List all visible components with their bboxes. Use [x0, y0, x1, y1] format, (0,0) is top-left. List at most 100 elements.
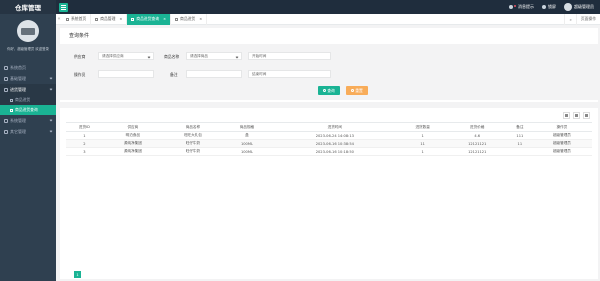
- tab-label: 商品进货: [180, 16, 196, 21]
- notifications-label: 消息提示: [518, 4, 534, 9]
- tab-goods[interactable]: 商品管理 ×: [91, 13, 128, 25]
- notifications-button[interactable]: 消息提示: [509, 4, 534, 10]
- panel-title: 查询条件: [69, 33, 90, 39]
- sidebar-subitem-purchase-query[interactable]: 商品进货查询: [0, 105, 56, 115]
- search-form: 供应商 请选择供应商 商品名称 请选择商品 开始时间 操作员 备注 结束时间 查…: [60, 44, 598, 100]
- table-toolbar: [563, 112, 590, 119]
- sidebar-item-basic[interactable]: 基础管理: [0, 73, 56, 84]
- close-icon[interactable]: ×: [199, 17, 202, 21]
- tab-purchase[interactable]: 商品进货 ×: [171, 13, 208, 25]
- tab-label: 商品进货查询: [136, 16, 160, 21]
- col-header[interactable]: 进货价格: [446, 122, 508, 132]
- profile: 你好，超级管理员 欢迎登录: [0, 14, 56, 62]
- close-icon[interactable]: ×: [163, 17, 166, 21]
- table-cell: 3: [66, 147, 103, 156]
- tabs-scroll-right-icon[interactable]: »: [564, 13, 575, 25]
- tab-purchase-query[interactable]: 商品进货查询 ×: [127, 13, 172, 25]
- close-icon[interactable]: ×: [119, 17, 122, 21]
- remark-label: 备注: [170, 72, 178, 77]
- sidebar-item-purchase[interactable]: 进货管理: [0, 84, 56, 95]
- table-cell: 1: [398, 131, 447, 140]
- table-cell: 源纯净集团: [102, 139, 163, 148]
- print-button[interactable]: [583, 112, 590, 119]
- remark-input[interactable]: [186, 70, 242, 78]
- col-header[interactable]: 备注: [507, 122, 532, 132]
- home-icon: [66, 17, 69, 21]
- col-header[interactable]: 进货数量: [398, 122, 447, 132]
- table-cell: 旺旺大礼包: [162, 131, 223, 140]
- provider-select[interactable]: 请选择供应商: [98, 52, 154, 60]
- table-row[interactable]: 3 源纯净集团 旺仔牛奶 100ML 2023-06-16 10:18:50 1…: [66, 147, 592, 156]
- search-icon: [323, 89, 327, 92]
- table-cell: 盒: [222, 131, 271, 140]
- table-cell: [507, 147, 532, 156]
- lock-icon: [542, 5, 546, 9]
- provider-select-value: 请选择供应商: [102, 53, 124, 58]
- page-actions-button[interactable]: 页面操作: [575, 13, 600, 25]
- search-button-label: 查询: [327, 87, 335, 93]
- lock-screen-button[interactable]: 锁屏: [542, 4, 556, 10]
- tab-home[interactable]: 系统首页: [62, 13, 92, 25]
- sidebar-subitem-label: 商品进货: [15, 97, 31, 102]
- goods-select[interactable]: 请选择商品: [186, 52, 242, 60]
- table-row[interactable]: 1 明泊食品 旺旺大礼包 盒 2023-06-24 14:08:13 1 4.6…: [66, 131, 592, 140]
- table-cell: 11: [507, 139, 532, 148]
- table-cell: 明泊食品: [102, 131, 163, 140]
- table-cell: 超级管理员: [531, 139, 592, 148]
- export-button[interactable]: [573, 112, 580, 119]
- user-menu[interactable]: 超级管理员: [564, 3, 594, 11]
- col-header[interactable]: 商品规格: [222, 122, 271, 132]
- table-cell: 12121121: [446, 139, 508, 148]
- chevron-down-icon: [49, 87, 53, 91]
- end-time-input[interactable]: 结束时间: [248, 70, 331, 78]
- search-button[interactable]: 查询: [318, 86, 340, 95]
- columns-icon: [565, 114, 568, 117]
- print-icon: [585, 114, 588, 117]
- table-cell: 11: [398, 139, 447, 148]
- table-cell: 100ML: [222, 147, 271, 156]
- col-header[interactable]: 操作员: [531, 122, 592, 132]
- table-cell: 4.6: [446, 131, 508, 140]
- reset-button[interactable]: 重置: [346, 86, 368, 95]
- col-header[interactable]: 商品名称: [162, 122, 223, 132]
- list-icon: [95, 17, 99, 21]
- operator-input[interactable]: [98, 70, 154, 78]
- top-bar: 仓库管理 消息提示 锁屏 超级管理员: [0, 0, 600, 14]
- sidebar-item-other[interactable]: 其它管理: [0, 126, 56, 137]
- columns-button[interactable]: [563, 112, 570, 119]
- sidebar-item-label: 其它管理: [10, 128, 26, 134]
- file-icon: [175, 17, 179, 21]
- profile-avatar[interactable]: [17, 20, 39, 42]
- end-time-label: 结束时间: [252, 71, 267, 76]
- table-cell: 100ML: [222, 139, 271, 148]
- chevron-down-icon: [49, 76, 53, 80]
- sidebar-item-label: 系统管理: [10, 117, 26, 123]
- table-row[interactable]: 2 源纯净集团 旺仔牛奶 100ML 2023-06-16 10:38:54 1…: [66, 139, 592, 148]
- sidebar-subitem-purchase[interactable]: 商品进货: [0, 95, 56, 105]
- col-header[interactable]: 供应商: [102, 122, 163, 132]
- sidebar-item-system[interactable]: 系统管理: [0, 115, 56, 126]
- sidebar-item-label: 基础管理: [10, 75, 26, 81]
- purchase-table: 进货ID 供应商 商品名称 商品规格 进货时间 进货数量 进货价格 备注 操作员…: [66, 122, 592, 156]
- cart-icon: [4, 87, 8, 92]
- gear-icon: [4, 76, 8, 81]
- start-time-input[interactable]: 开始时间: [248, 52, 331, 60]
- pagination: 1: [74, 271, 81, 278]
- table-cell: 12121121: [446, 147, 508, 156]
- app-title: 仓库管理: [0, 0, 56, 14]
- reset-button-label: 重置: [355, 87, 363, 93]
- page-button-current[interactable]: 1: [74, 271, 81, 278]
- col-header[interactable]: 进货ID: [66, 122, 103, 132]
- sidebar-item-home[interactable]: 系统首页: [0, 62, 56, 73]
- sidebar-item-label: 进货管理: [10, 86, 26, 92]
- table-cell: 1: [66, 131, 103, 140]
- col-header[interactable]: 进货时间: [271, 122, 399, 132]
- home-icon: [4, 65, 8, 70]
- tab-label: 系统首页: [71, 16, 87, 21]
- download-icon: [575, 114, 578, 117]
- table-cell: 旺仔牛奶: [162, 147, 223, 156]
- menu-toggle-icon[interactable]: [59, 2, 68, 12]
- table-cell: 1: [398, 147, 447, 156]
- table-panel: 进货ID 供应商 商品名称 商品规格 进货时间 进货数量 进货价格 备注 操作员…: [60, 108, 598, 279]
- profile-text: 你好，超级管理员 欢迎登录: [7, 47, 49, 51]
